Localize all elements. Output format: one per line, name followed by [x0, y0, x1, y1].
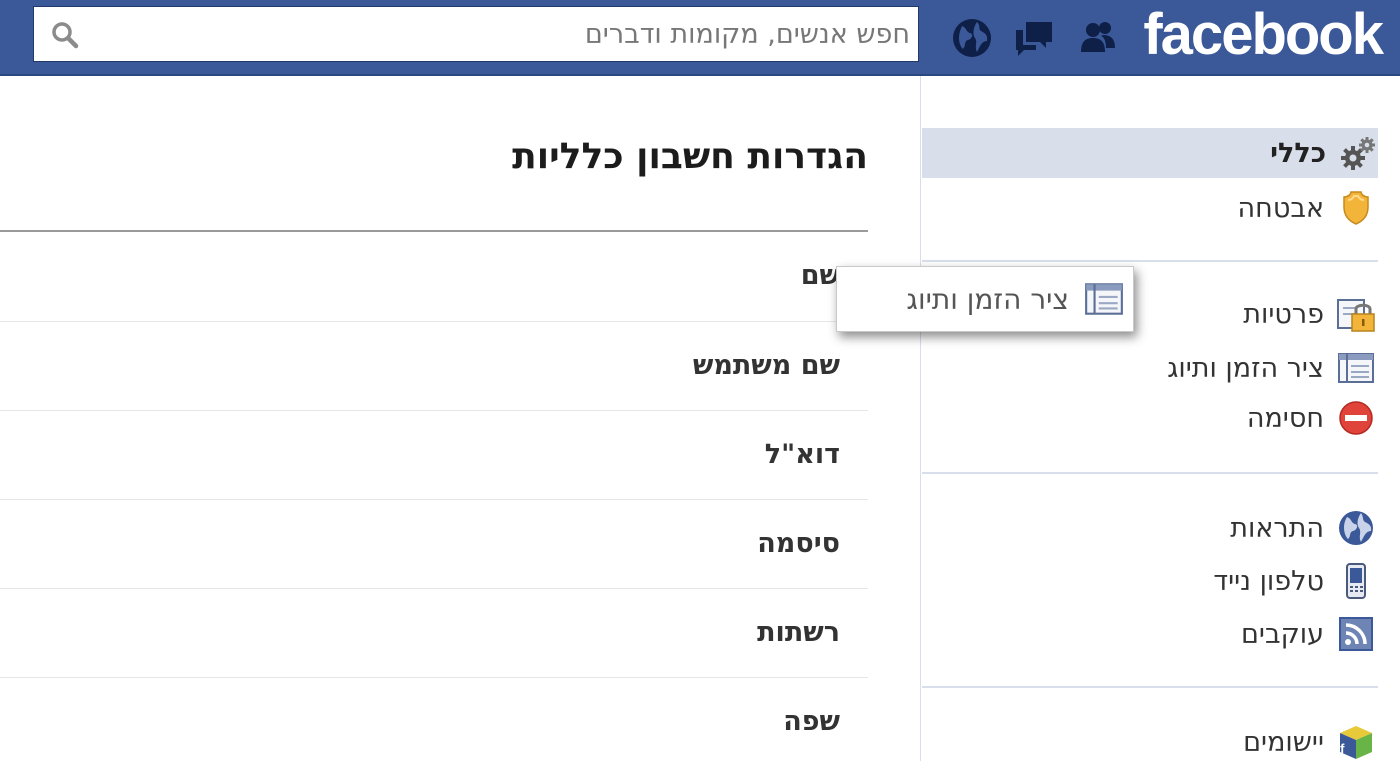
sidebar-separator: [922, 260, 1378, 262]
globe-icon: [1339, 511, 1373, 545]
row-label: שפה: [783, 706, 840, 737]
sidebar-item-apps[interactable]: f יישומים: [920, 718, 1376, 761]
search-icon[interactable]: [50, 20, 80, 50]
row-label: רשתות: [757, 617, 840, 648]
sidebar-item-label: טלפון נייד: [1213, 565, 1324, 597]
mobile-phone-icon: [1346, 563, 1366, 599]
security-badge-icon: [1343, 191, 1369, 225]
sidebar-item-label: אבטחה: [1237, 192, 1324, 224]
sidebar-item-label: התראות: [1230, 512, 1324, 544]
sidebar-item-label: חסימה: [1246, 402, 1324, 434]
settings-row-name[interactable]: שם: [0, 232, 868, 321]
drag-tooltip-timeline-tagging: ציר הזמן ותיוג: [836, 266, 1134, 332]
sidebar-item-timeline-tagging[interactable]: ציר הזמן ותיוג: [920, 344, 1376, 392]
notifications-globe-icon[interactable]: [948, 14, 996, 62]
blocking-icon: [1339, 401, 1373, 435]
sidebar-item-label: עוקבים: [1241, 618, 1324, 650]
row-label: סיסמה: [757, 528, 840, 559]
row-label: דוא"ל: [764, 439, 840, 470]
page-title: הגדרות חשבון כלליות: [512, 136, 868, 177]
sidebar-item-label: ציר הזמן ותיוג: [1167, 352, 1324, 384]
svg-text:f: f: [1340, 741, 1345, 756]
sidebar-item-followers[interactable]: עוקבים: [920, 610, 1376, 658]
settings-row-networks[interactable]: רשתות: [0, 589, 868, 678]
search-box: [33, 6, 919, 62]
friend-requests-icon[interactable]: [1074, 14, 1122, 62]
top-bar: facebook: [0, 0, 1400, 76]
row-label: שם: [800, 260, 840, 291]
sidebar-item-label: פרטיות: [1243, 298, 1324, 330]
settings-row-language[interactable]: שפה: [0, 678, 868, 761]
sidebar-item-notifications[interactable]: התראות: [920, 504, 1376, 552]
apps-cube-icon: f: [1340, 726, 1372, 759]
timeline-icon: [1085, 283, 1123, 315]
sidebar-item-general[interactable]: כללי: [922, 128, 1378, 178]
timeline-icon: [1338, 353, 1374, 383]
messages-icon[interactable]: [1010, 14, 1058, 62]
settings-row-username[interactable]: שם משתמש: [0, 322, 868, 411]
settings-row-email[interactable]: דוא"ל: [0, 411, 868, 500]
tooltip-label: ציר הזמן ותיוג: [906, 282, 1069, 316]
row-label: שם משתמש: [692, 350, 840, 381]
gears-icon: [1341, 137, 1375, 170]
sidebar-separator: [922, 472, 1378, 474]
privacy-lock-icon: [1337, 299, 1375, 332]
search-input[interactable]: [94, 7, 910, 61]
sidebar-separator: [922, 686, 1378, 688]
sidebar-item-label: כללי: [1270, 137, 1326, 169]
sidebar-item-label: יישומים: [1243, 726, 1324, 758]
rss-icon: [1339, 617, 1373, 651]
sidebar-item-mobile[interactable]: טלפון נייד: [920, 557, 1376, 605]
settings-row-password[interactable]: סיסמה: [0, 500, 868, 589]
sidebar-item-blocking[interactable]: חסימה: [920, 394, 1376, 442]
facebook-logo[interactable]: facebook: [1143, 2, 1384, 68]
sidebar-item-security[interactable]: אבטחה: [920, 184, 1376, 232]
